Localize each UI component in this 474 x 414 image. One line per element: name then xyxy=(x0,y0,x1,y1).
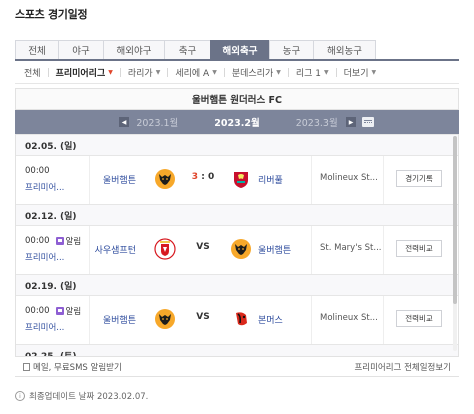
divider xyxy=(335,67,337,77)
match-time: 00:00 xyxy=(25,306,50,316)
league-link[interactable]: 프리미어... xyxy=(25,181,89,193)
sms-alert-link[interactable]: 메일, 무료SMS 알림받기 xyxy=(23,361,122,373)
update-text: 최종업데이트 날짜 2023.02.07. xyxy=(29,392,149,402)
alarm-button[interactable]: 알림 xyxy=(55,305,81,317)
away-team[interactable]: 울버햄튼 xyxy=(258,243,291,256)
tab-overseas-baseball[interactable]: 해외야구 xyxy=(103,40,165,59)
month-next[interactable]: 2023.3월 xyxy=(296,115,338,129)
score: 3 : 0 xyxy=(191,172,215,182)
date-header: 02.12. (일) xyxy=(16,204,458,226)
date-header: 02.25. (토) xyxy=(16,344,458,356)
divider xyxy=(167,67,169,77)
date-header: 02.05. (일) xyxy=(16,134,458,156)
wolves-crest-icon[interactable] xyxy=(230,238,252,260)
date-header: 02.19. (일) xyxy=(16,274,458,296)
schedule-list: 02.05. (일) 00:00 프리미어... 울버햄튼 3 : 0 리버풀 … xyxy=(15,134,459,356)
match-row: 00:00 알림 프리미어... 사우샘프턴 VS 울버햄튼 St. Mary'… xyxy=(16,226,458,274)
tab-baseball[interactable]: 야구 xyxy=(58,40,104,59)
tab-soccer[interactable]: 축구 xyxy=(164,40,211,59)
away-score: 0 xyxy=(207,172,215,182)
away-team[interactable]: 본머스 xyxy=(258,313,283,326)
league-link[interactable]: 프리미어... xyxy=(25,251,89,263)
vs-label: VS xyxy=(196,312,210,322)
divider xyxy=(223,67,225,77)
compare-button[interactable]: 전력비교 xyxy=(396,240,442,257)
next-month-button[interactable]: ▶ xyxy=(346,117,356,127)
match-row: 00:00 프리미어... 울버햄튼 3 : 0 리버풀 Molineux St… xyxy=(16,156,458,204)
prev-month-button[interactable]: ◀ xyxy=(119,117,129,127)
footer-bar: 메일, 무료SMS 알림받기 프리미어리그 전체일정보기 xyxy=(15,356,459,377)
caret-down-icon: ▼ xyxy=(155,68,161,76)
bournemouth-crest-icon[interactable] xyxy=(230,308,252,330)
time-cell: 00:00 프리미어... xyxy=(16,156,90,204)
match-row: 00:00 알림 프리미어... 울버햄튼 VS 본머스 Molineux St… xyxy=(16,296,458,344)
southampton-crest-icon[interactable] xyxy=(154,238,176,260)
divider xyxy=(47,67,49,77)
team-header: 울버햄튼 원더러스 FC xyxy=(15,88,459,110)
divider xyxy=(15,83,459,84)
league-all[interactable]: 전체 xyxy=(24,66,41,79)
sport-tabs: 전체 야구 해외야구 축구 해외축구 농구 해외농구 xyxy=(15,40,459,61)
time-cell: 00:00 알림 프리미어... xyxy=(16,296,90,344)
home-score: 3 xyxy=(191,172,199,182)
match-record-button[interactable]: 경기기록 xyxy=(396,170,442,187)
divider xyxy=(287,67,289,77)
liverpool-crest-icon[interactable] xyxy=(230,168,252,190)
caret-down-icon: ▼ xyxy=(212,68,217,76)
league-more[interactable]: 더보기 ▼ xyxy=(344,66,376,79)
tab-basketball[interactable]: 농구 xyxy=(269,40,314,59)
compare-button[interactable]: 전력비교 xyxy=(396,310,442,327)
calendar-icon[interactable] xyxy=(362,117,374,127)
home-team[interactable]: 울버햄튼 xyxy=(103,313,136,326)
home-team[interactable]: 사우샘프턴 xyxy=(95,243,136,256)
home-team[interactable]: 울버햄튼 xyxy=(103,173,136,186)
scrollbar-thumb[interactable] xyxy=(453,136,457,304)
tab-overseas-soccer[interactable]: 해외축구 xyxy=(210,40,270,59)
tab-all[interactable]: 전체 xyxy=(15,40,59,59)
time-cell: 00:00 알림 프리미어... xyxy=(16,226,90,274)
caret-down-icon: ▼ xyxy=(108,68,113,76)
match-time: 00:00 xyxy=(25,166,50,176)
league-premier-league[interactable]: 프리미어리그 ▼ xyxy=(56,66,113,79)
action-cell: 전력비교 xyxy=(383,226,458,274)
info-icon: i xyxy=(15,391,25,401)
league-bundesliga[interactable]: 분데스리가 ▼ xyxy=(232,66,281,79)
document-icon xyxy=(23,362,30,371)
caret-down-icon: ▼ xyxy=(371,68,377,76)
full-schedule-link[interactable]: 프리미어리그 전체일정보기 xyxy=(354,361,451,373)
month-nav: ◀ 2023.1월 2023.2월 2023.3월 ▶ xyxy=(15,110,459,134)
divider xyxy=(119,67,121,77)
wolves-crest-icon[interactable] xyxy=(154,168,176,190)
page-title: 스포츠 경기일정 xyxy=(15,8,88,21)
stadium: Molineux St... xyxy=(311,296,383,344)
action-cell: 경기기록 xyxy=(383,156,458,204)
stadium: Molineux St... xyxy=(311,156,383,204)
league-ligue-1[interactable]: 리그 1 ▼ xyxy=(296,66,329,79)
match-time: 00:00 xyxy=(25,236,50,246)
alarm-icon xyxy=(55,237,64,245)
tab-overseas-basketball[interactable]: 해외농구 xyxy=(313,40,376,59)
vs-label: VS xyxy=(196,242,210,252)
alarm-icon xyxy=(55,307,64,315)
caret-down-icon: ▼ xyxy=(276,68,281,76)
league-filter: 전체 프리미어리그 ▼ 라리가 ▼ 세리에 A ▼ 분데스리가 ▼ 리그 1 ▼ 더보기 ▼ xyxy=(24,64,376,80)
wolves-crest-icon[interactable] xyxy=(154,308,176,330)
action-cell: 전력비교 xyxy=(383,296,458,344)
caret-down-icon: ▼ xyxy=(324,68,329,76)
alarm-button[interactable]: 알림 xyxy=(55,235,81,247)
league-serie-a[interactable]: 세리에 A ▼ xyxy=(175,66,216,79)
league-link[interactable]: 프리미어... xyxy=(25,321,89,333)
month-prev[interactable]: 2023.1월 xyxy=(136,115,178,129)
stadium: St. Mary's St... xyxy=(311,226,383,274)
update-info: i 최종업데이트 날짜 2023.02.07. xyxy=(15,390,148,402)
scrollbar[interactable] xyxy=(453,136,457,351)
league-laliga[interactable]: 라리가 ▼ xyxy=(128,66,160,79)
away-team[interactable]: 리버풀 xyxy=(258,173,283,186)
month-current[interactable]: 2023.2월 xyxy=(214,115,259,129)
